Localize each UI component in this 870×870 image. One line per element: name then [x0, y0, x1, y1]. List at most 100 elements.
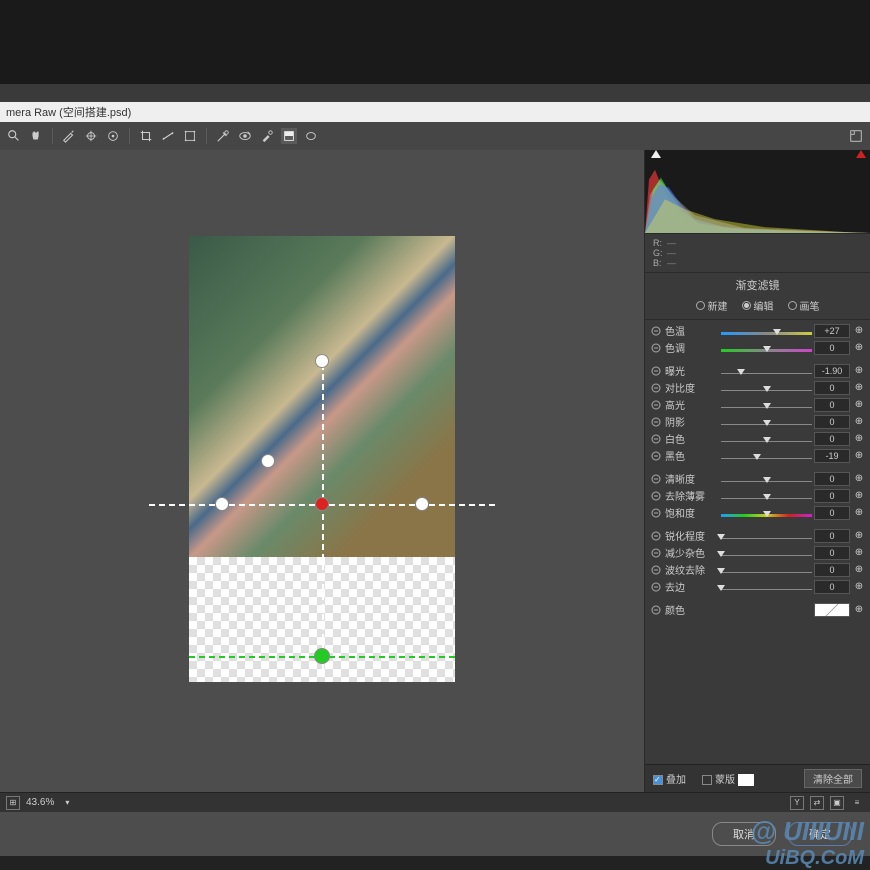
gradient-line-vertical[interactable] [322, 354, 324, 670]
toggle-visibility-icon[interactable] [649, 491, 663, 501]
swap-view-icon[interactable]: ⇄ [810, 796, 824, 810]
radial-filter-icon[interactable] [303, 128, 319, 144]
value-input[interactable]: 0 [814, 415, 850, 429]
white-balance-icon[interactable] [61, 128, 77, 144]
radio-edit[interactable]: 编辑 [742, 298, 774, 313]
toggle-visibility-icon[interactable] [649, 343, 663, 353]
highlight-clip-icon[interactable] [856, 150, 866, 158]
slider-track[interactable] [721, 399, 812, 411]
add-adjustment-icon[interactable]: ⊕ [852, 433, 866, 444]
gradient-handle-top[interactable] [315, 354, 329, 368]
slider-track[interactable] [721, 507, 812, 519]
slider-track[interactable] [721, 365, 812, 377]
toggle-visibility-icon[interactable] [649, 565, 663, 575]
slider-track[interactable] [721, 473, 812, 485]
toggle-visibility-icon[interactable] [649, 531, 663, 541]
add-adjustment-icon[interactable]: ⊕ [852, 490, 866, 501]
toggle-visibility-icon[interactable] [649, 508, 663, 518]
value-input[interactable]: -19 [814, 449, 850, 463]
add-adjustment-icon[interactable]: ⊕ [852, 530, 866, 541]
toggle-visibility-icon[interactable] [649, 383, 663, 393]
value-input[interactable]: 0 [814, 472, 850, 486]
toggle-fullscreen-icon[interactable] [848, 128, 864, 144]
slider-track[interactable] [721, 433, 812, 445]
adjustment-brush-icon[interactable] [259, 128, 275, 144]
fit-view-icon[interactable]: ⊞ [6, 796, 20, 810]
targeted-adjust-icon[interactable] [105, 128, 121, 144]
add-adjustment-icon[interactable]: ⊕ [852, 604, 866, 615]
value-input[interactable]: +27 [814, 324, 850, 338]
slider-track[interactable] [721, 530, 812, 542]
slider-track[interactable] [721, 416, 812, 428]
add-adjustment-icon[interactable]: ⊕ [852, 365, 866, 376]
toggle-visibility-icon[interactable] [649, 548, 663, 558]
canvas-area[interactable] [0, 150, 644, 792]
slider-track[interactable] [721, 564, 812, 576]
overlay-checkbox[interactable]: 叠加 [653, 771, 686, 786]
slider-track[interactable] [721, 325, 812, 337]
slider-track[interactable] [721, 581, 812, 593]
toggle-visibility-icon[interactable] [649, 417, 663, 427]
add-adjustment-icon[interactable]: ⊕ [852, 382, 866, 393]
toggle-visibility-icon[interactable] [649, 434, 663, 444]
ok-button[interactable]: 确定 [788, 822, 852, 846]
toggle-visibility-icon[interactable] [649, 605, 663, 615]
value-input[interactable]: 0 [814, 580, 850, 594]
add-adjustment-icon[interactable]: ⊕ [852, 399, 866, 410]
add-adjustment-icon[interactable]: ⊕ [852, 342, 866, 353]
straighten-icon[interactable] [160, 128, 176, 144]
toggle-visibility-icon[interactable] [649, 400, 663, 410]
add-adjustment-icon[interactable]: ⊕ [852, 564, 866, 575]
add-adjustment-icon[interactable]: ⊕ [852, 547, 866, 558]
value-input[interactable]: 0 [814, 546, 850, 560]
value-input[interactable]: 0 [814, 506, 850, 520]
gradient-handle-center[interactable] [315, 497, 329, 511]
before-after-icon[interactable]: Y [790, 796, 804, 810]
mask-checkbox[interactable]: 蒙版 [702, 771, 754, 786]
slider-track[interactable] [721, 547, 812, 559]
value-input[interactable]: 0 [814, 563, 850, 577]
hand-icon[interactable] [28, 128, 44, 144]
value-input[interactable]: 0 [814, 432, 850, 446]
radio-new[interactable]: 新建 [696, 298, 728, 313]
toggle-visibility-icon[interactable] [649, 326, 663, 336]
graduated-filter-icon[interactable] [281, 128, 297, 144]
gradient-handle-right[interactable] [415, 497, 429, 511]
toggle-visibility-icon[interactable] [649, 451, 663, 461]
gradient-handle-left[interactable] [215, 497, 229, 511]
color-sampler-icon[interactable] [83, 128, 99, 144]
shadow-clip-icon[interactable] [651, 150, 661, 158]
value-input[interactable]: -1.90 [814, 364, 850, 378]
crop-icon[interactable] [138, 128, 154, 144]
slider-track[interactable] [721, 490, 812, 502]
transform-icon[interactable] [182, 128, 198, 144]
toggle-visibility-icon[interactable] [649, 366, 663, 376]
add-adjustment-icon[interactable]: ⊕ [852, 581, 866, 592]
value-input[interactable]: 0 [814, 489, 850, 503]
mask-color-swatch[interactable] [738, 774, 754, 786]
value-input[interactable]: 0 [814, 341, 850, 355]
zoom-dropdown-icon[interactable]: ▾ [60, 796, 74, 810]
radio-brush[interactable]: 画笔 [788, 298, 820, 313]
value-input[interactable]: 0 [814, 529, 850, 543]
add-adjustment-icon[interactable]: ⊕ [852, 473, 866, 484]
color-swatch[interactable] [814, 603, 850, 617]
add-adjustment-icon[interactable]: ⊕ [852, 325, 866, 336]
slider-track[interactable] [721, 382, 812, 394]
add-adjustment-icon[interactable]: ⊕ [852, 416, 866, 427]
gradient-handle-bottom[interactable] [314, 648, 330, 664]
spot-removal-icon[interactable] [215, 128, 231, 144]
slider-track[interactable] [721, 342, 812, 354]
slider-track[interactable] [721, 450, 812, 462]
histogram[interactable] [645, 150, 870, 234]
value-input[interactable]: 0 [814, 381, 850, 395]
toggle-visibility-icon[interactable] [649, 474, 663, 484]
toggle-visibility-icon[interactable] [649, 582, 663, 592]
gradient-pin[interactable] [261, 454, 275, 468]
settings-menu-icon[interactable]: ≡ [850, 796, 864, 810]
copy-settings-icon[interactable]: ▣ [830, 796, 844, 810]
clear-all-button[interactable]: 清除全部 [804, 769, 862, 788]
value-input[interactable]: 0 [814, 398, 850, 412]
image-canvas[interactable] [189, 236, 455, 682]
red-eye-icon[interactable] [237, 128, 253, 144]
